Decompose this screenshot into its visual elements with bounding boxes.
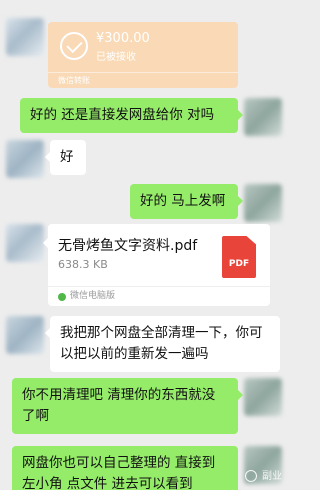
file-name: 无骨烤鱼文字资料.pdf — [58, 238, 198, 254]
message-bubble-outgoing[interactable]: 好的 马上发啊 — [130, 184, 243, 219]
file-size: 638.3 KB — [58, 258, 108, 271]
contact-avatar[interactable] — [6, 18, 44, 56]
message-bubble-outgoing[interactable]: 好的 还是直接发网盘给你 对吗 — [20, 98, 243, 133]
transfer-card[interactable]: ¥300.00 已被接收 微信转账 — [48, 22, 238, 88]
message-bubble-outgoing[interactable]: 网盘你也可以自己整理的 直接到左小角 点文件 进去可以看到 — [12, 446, 238, 490]
pdf-label: PDF — [228, 259, 250, 269]
check-circle-icon — [60, 32, 88, 60]
file-card[interactable]: 无骨烤鱼文字资料.pdf 638.3 KB PDF 微信电脑版 — [43, 224, 270, 306]
pdf-file-icon: PDF — [222, 236, 256, 278]
transfer-amount: ¥300.00 — [96, 31, 150, 46]
my-avatar[interactable] — [244, 98, 282, 136]
message-text: 好的 马上发啊 — [140, 193, 226, 209]
my-avatar[interactable] — [244, 184, 282, 222]
message-text: 好的 还是直接发网盘给你 对吗 — [30, 107, 215, 123]
message-text: 我把那个网盘全部清理一下，你可以把以前的重新发一遍吗 — [60, 325, 263, 362]
transfer-status: 已被接收 — [96, 52, 136, 63]
watermark: 副业 — [244, 467, 282, 482]
file-source-label: 微信电脑版 — [70, 291, 116, 301]
message-bubble-incoming[interactable]: 我把那个网盘全部清理一下，你可以把以前的重新发一遍吗 — [45, 316, 280, 372]
contact-avatar[interactable] — [6, 224, 44, 262]
wechat-pc-icon — [58, 293, 66, 301]
message-text: 你不用清理吧 清理你的东西就没了啊 — [22, 387, 216, 424]
my-avatar[interactable] — [244, 378, 282, 416]
watermark-text: 副业 — [262, 471, 282, 482]
file-source: 微信电脑版 — [48, 286, 270, 306]
contact-avatar[interactable] — [6, 140, 44, 178]
message-text: 好 — [60, 149, 74, 165]
transfer-footer: 微信转账 — [48, 72, 238, 88]
message-text: 网盘你也可以自己整理的 直接到左小角 点文件 进去可以看到 — [22, 455, 216, 490]
chat-window: ¥300.00 已被接收 微信转账 好的 还是直接发网盘给你 对吗 好 好的 马… — [0, 0, 288, 490]
watermark-icon — [244, 470, 257, 482]
message-bubble-outgoing[interactable]: 你不用清理吧 清理你的东西就没了啊 — [12, 378, 243, 434]
contact-avatar[interactable] — [6, 316, 44, 354]
message-bubble-incoming[interactable]: 好 — [45, 140, 86, 175]
